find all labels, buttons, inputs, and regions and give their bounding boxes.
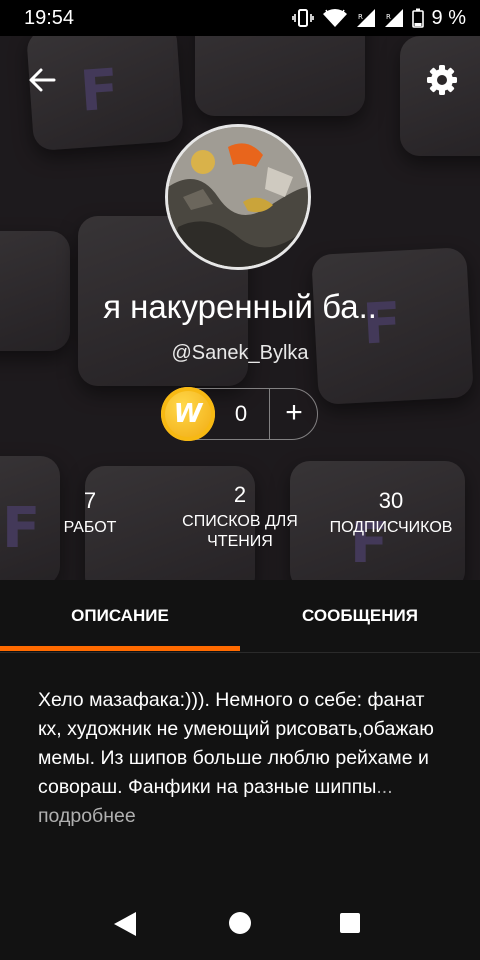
vibrate-icon [291, 9, 314, 27]
stat-works-label: РАБОТ [63, 519, 117, 536]
profile-header: F F F F я накуренный ба.. @Sanek_Bylka W… [0, 36, 480, 580]
avatar[interactable] [165, 124, 311, 270]
battery-icon [411, 8, 424, 28]
stat-works[interactable]: 7 РАБОТ [50, 488, 130, 538]
svg-text:R: R [386, 13, 391, 21]
status-time: 19:54 [24, 6, 75, 29]
profile-description: Хело мазафака:))). Немного о себе: фанат… [38, 686, 448, 831]
active-tab-indicator [0, 646, 240, 651]
status-bar: 19:54 R R 9 % [0, 0, 480, 36]
battery-percent: 9 % [431, 6, 466, 29]
coin-balance: W 0 + [161, 387, 318, 441]
stat-reading-lists-value: 2 [233, 482, 247, 507]
settings-button[interactable] [422, 60, 462, 100]
signal-icon: R [356, 9, 375, 27]
system-nav-bar [0, 880, 480, 960]
stat-followers-value: 30 [378, 488, 404, 513]
status-icons: R R 9 % [291, 6, 466, 30]
wattpad-coin-icon: W [161, 387, 215, 441]
triangle-back-icon[interactable] [114, 912, 136, 936]
tab-description[interactable]: ОПИСАНИЕ [0, 580, 240, 652]
display-name: я накуренный ба.. [103, 288, 377, 325]
gear-icon [427, 65, 457, 95]
stat-reading-lists[interactable]: 2 СПИСКОВ ДЛЯ ЧТЕНИЯ [170, 482, 310, 552]
circle-home-icon[interactable] [229, 912, 251, 934]
description-ellipsis: ... [376, 776, 393, 798]
arrow-left-icon [29, 68, 56, 92]
signal-icon: R [384, 9, 403, 27]
svg-text:R: R [358, 13, 363, 21]
stat-works-value: 7 [83, 488, 97, 513]
tab-messages[interactable]: СООБЩЕНИЯ [240, 580, 480, 652]
username: @Sanek_Bylka [171, 342, 309, 364]
stat-reading-lists-label: СПИСКОВ ДЛЯ ЧТЕНИЯ [182, 513, 298, 550]
profile-tabs: ОПИСАНИЕ СООБЩЕНИЯ [0, 580, 480, 653]
square-recents-icon[interactable] [340, 913, 360, 933]
description-text: Хело мазафака:))). Немного о себе: фанат… [38, 689, 434, 798]
back-button[interactable] [22, 60, 62, 100]
add-coins-button[interactable]: + [270, 389, 318, 439]
stat-followers[interactable]: 30 ПОДПИСЧИКОВ [318, 488, 464, 538]
wifi-icon [322, 9, 347, 27]
stat-followers-label: ПОДПИСЧИКОВ [329, 519, 453, 536]
coin-count: 0 [234, 401, 248, 426]
avatar-image [168, 127, 308, 267]
read-more-link[interactable]: подробнее [38, 805, 136, 827]
